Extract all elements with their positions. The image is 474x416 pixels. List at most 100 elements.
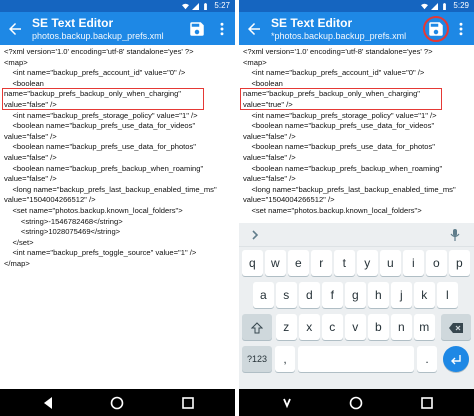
code-line[interactable]: </map> (4, 259, 235, 270)
code-line[interactable]: value="false" /> (4, 153, 235, 164)
enter-key[interactable] (443, 346, 469, 372)
soft-keyboard: qwertyuiop asdfghjkl zxcvbnm ?123 , . (239, 223, 474, 389)
key-e[interactable]: e (288, 250, 309, 276)
key-k[interactable]: k (414, 282, 435, 308)
status-bar: 5:27 (0, 0, 235, 12)
code-line[interactable]: value="false" /> (4, 132, 235, 143)
keyboard-row-4: ?123 , . (239, 346, 474, 376)
code-line[interactable]: value="false" /> (243, 153, 474, 164)
arrow-left-icon[interactable] (6, 20, 24, 38)
wifi-icon (182, 3, 190, 9)
nav-home-icon[interactable] (110, 396, 124, 410)
key-z[interactable]: z (276, 314, 297, 340)
code-line[interactable]: <boolean name="backup_prefs_backup_when_… (243, 164, 474, 175)
text-editor-area[interactable]: <?xml version='1.0' encoding='utf-8' sta… (239, 45, 474, 217)
nav-back-icon[interactable] (280, 396, 294, 410)
key-b[interactable]: b (368, 314, 389, 340)
code-line[interactable]: <boolean name="backup_prefs_use_data_for… (243, 142, 474, 153)
code-line[interactable]: value="1504004266512" /> (243, 195, 474, 206)
cell-signal-icon (192, 2, 200, 10)
key-p[interactable]: p (449, 250, 470, 276)
chevron-right-icon[interactable] (249, 229, 261, 241)
nav-recents-icon[interactable] (181, 396, 195, 410)
key-v[interactable]: v (345, 314, 366, 340)
code-line[interactable]: <set name="photos.backup.known_local_fol… (243, 206, 474, 217)
nav-back-icon[interactable] (41, 396, 55, 410)
key-j[interactable]: j (391, 282, 412, 308)
key-o[interactable]: o (426, 250, 447, 276)
code-line[interactable]: <int name="backup_prefs_toggle_source" v… (4, 248, 235, 259)
shift-icon (250, 321, 264, 334)
code-line[interactable]: <boolean name="backup_prefs_use_data_for… (4, 121, 235, 132)
key-h[interactable]: h (368, 282, 389, 308)
key-d[interactable]: d (299, 282, 320, 308)
code-line[interactable]: name="backup_prefs_backup_only_when_char… (4, 89, 235, 100)
floppy-save-icon[interactable] (188, 20, 206, 38)
key-t[interactable]: t (334, 250, 355, 276)
code-line[interactable]: <boolean (4, 79, 235, 90)
file-name: photos.backup.backup_prefs.xml (32, 31, 164, 41)
shift-key[interactable] (242, 314, 272, 340)
key-g[interactable]: g (345, 282, 366, 308)
keyboard-row-3: zxcvbnm (239, 314, 474, 344)
key-s[interactable]: s (276, 282, 297, 308)
three-dot-menu-icon[interactable] (215, 21, 229, 37)
code-line[interactable]: <?xml version='1.0' encoding='utf-8' sta… (4, 47, 235, 58)
key-y[interactable]: y (357, 250, 378, 276)
key-q[interactable]: q (242, 250, 263, 276)
mic-icon[interactable] (449, 228, 461, 242)
code-line[interactable]: <long name="backup_prefs_last_backup_ena… (243, 185, 474, 196)
code-line[interactable]: <?xml version='1.0' encoding='utf-8' sta… (243, 47, 474, 58)
key-n[interactable]: n (391, 314, 412, 340)
symbols-key[interactable]: ?123 (242, 346, 272, 372)
backspace-key[interactable] (441, 314, 471, 340)
key-w[interactable]: w (265, 250, 286, 276)
key-a[interactable]: a (253, 282, 274, 308)
text-editor-area[interactable]: <?xml version='1.0' encoding='utf-8' sta… (0, 45, 235, 269)
code-line[interactable]: <boolean (243, 79, 474, 90)
code-line[interactable]: value="false" /> (4, 174, 235, 185)
code-line[interactable]: value="1504004266512" /> (4, 195, 235, 206)
period-key[interactable]: . (417, 346, 437, 372)
nav-bar (239, 389, 474, 416)
nav-home-icon[interactable] (349, 396, 363, 410)
code-line[interactable]: </set> (4, 238, 235, 249)
code-line[interactable]: <string>-1546782468</string> (4, 217, 235, 228)
arrow-left-icon[interactable] (245, 20, 263, 38)
code-line[interactable]: value="false" /> (243, 174, 474, 185)
space-key[interactable] (298, 346, 414, 372)
key-f[interactable]: f (322, 282, 343, 308)
code-line[interactable]: <string>1028075469</string> (4, 227, 235, 238)
wifi-icon (421, 3, 429, 9)
code-line[interactable]: <int name="backup_prefs_account_id" valu… (4, 68, 235, 79)
code-line[interactable]: <boolean name="backup_prefs_backup_when_… (4, 164, 235, 175)
key-x[interactable]: x (299, 314, 320, 340)
key-m[interactable]: m (414, 314, 435, 340)
status-bar: 5:29 (239, 0, 474, 12)
app-title: SE Text Editor (32, 16, 114, 30)
code-line[interactable]: <boolean name="backup_prefs_use_data_for… (243, 121, 474, 132)
code-line[interactable]: <map> (4, 58, 235, 69)
code-line[interactable]: <set name="photos.backup.known_local_fol… (4, 206, 235, 217)
code-line[interactable]: <map> (243, 58, 474, 69)
key-l[interactable]: l (437, 282, 458, 308)
comma-key[interactable]: , (275, 346, 295, 372)
key-r[interactable]: r (311, 250, 332, 276)
code-line[interactable]: value="false" /> (4, 100, 235, 111)
code-line[interactable]: <int name="backup_prefs_storage_policy" … (243, 111, 474, 122)
three-dot-menu-icon[interactable] (454, 21, 468, 37)
key-u[interactable]: u (380, 250, 401, 276)
code-line[interactable]: value="false" /> (243, 132, 474, 143)
code-line[interactable]: name="backup_prefs_backup_only_when_char… (243, 89, 474, 100)
nav-recents-icon[interactable] (420, 396, 434, 410)
code-line[interactable]: <int name="backup_prefs_storage_policy" … (4, 111, 235, 122)
floppy-save-icon[interactable] (427, 20, 445, 38)
code-line[interactable]: <boolean name="backup_prefs_use_data_for… (4, 142, 235, 153)
key-i[interactable]: i (403, 250, 424, 276)
keyboard-row-1: qwertyuiop (239, 250, 474, 280)
code-line[interactable]: <int name="backup_prefs_account_id" valu… (243, 68, 474, 79)
editor-panel-right: 5:29 SE Text Editor *photos.backup.backu… (239, 0, 474, 416)
code-line[interactable]: value="true" /> (243, 100, 474, 111)
code-line[interactable]: <long name="backup_prefs_last_backup_ena… (4, 185, 235, 196)
key-c[interactable]: c (322, 314, 343, 340)
